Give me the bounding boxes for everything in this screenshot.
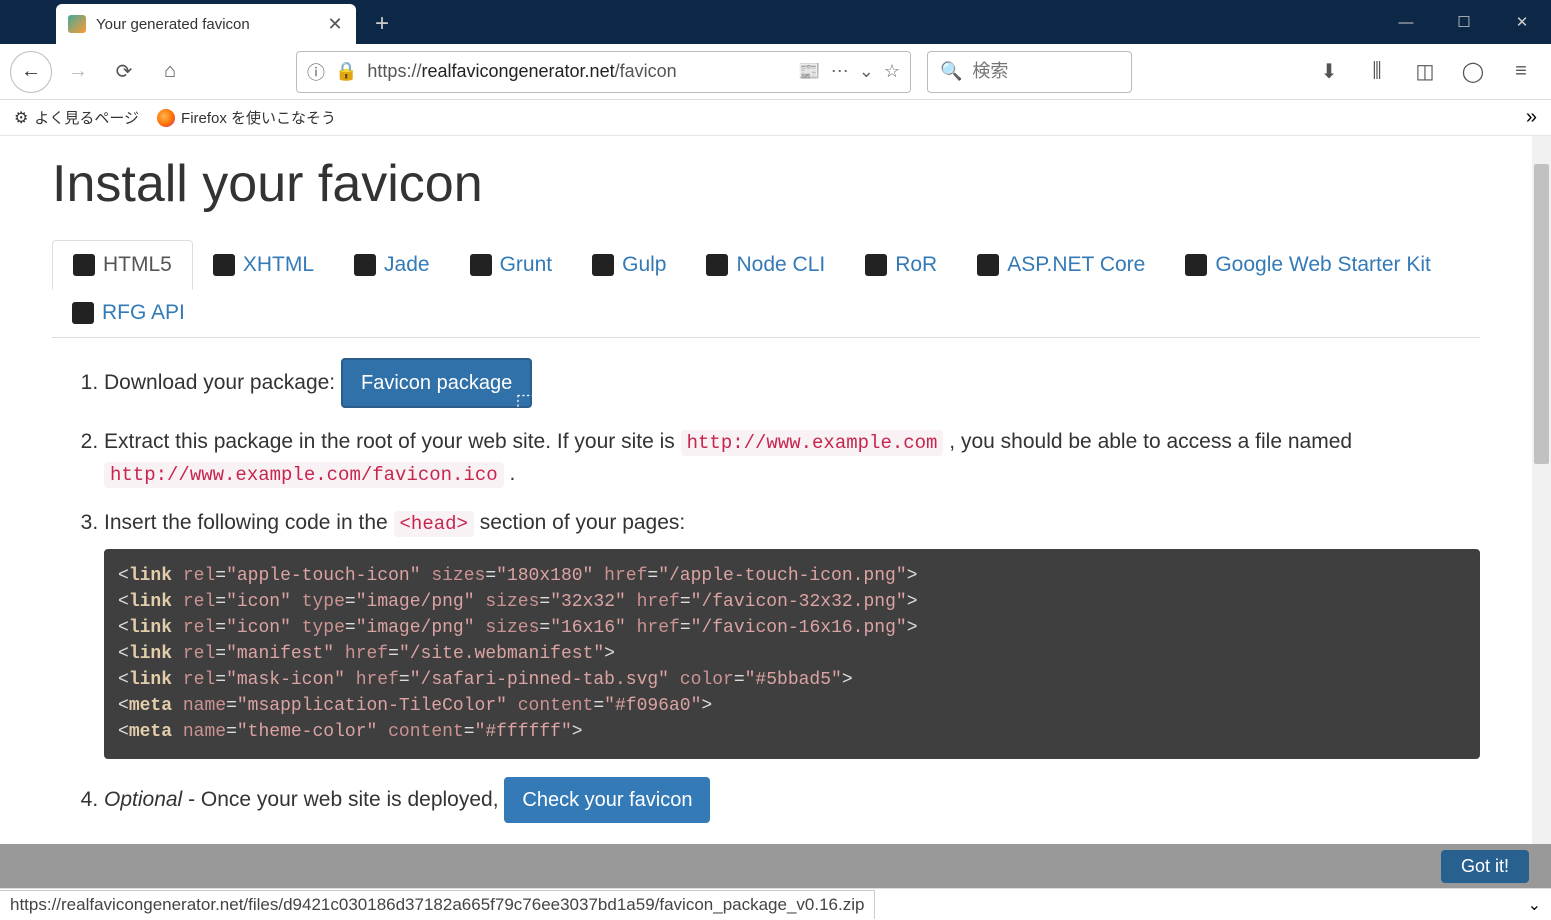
tab-html5[interactable]: HTML5 [52,240,193,290]
tab-ror[interactable]: RoR [845,240,957,289]
home-button[interactable]: ⌂ [150,52,190,92]
status-dropdown-icon[interactable]: ⌄ [1518,895,1551,915]
close-window-button[interactable]: ✕ [1493,0,1551,44]
step-4: Optional - Once your web site is deploye… [104,777,1480,823]
page-actions-icon[interactable]: ⋯ [831,61,849,82]
gear-icon: ⚙ [14,108,28,128]
favicon-url-code: http://www.example.com/favicon.ico [104,462,504,488]
status-bar: https://realfavicongenerator.net/files/d… [0,888,1551,920]
tab-node-cli[interactable]: Node CLI [686,240,845,289]
status-url: https://realfavicongenerator.net/files/d… [0,890,875,919]
bookmark-frequent[interactable]: ⚙ よく見るページ [14,107,139,128]
asp-net-core-icon [977,254,999,276]
vertical-scrollbar[interactable] [1532,136,1551,845]
tab-title: Your generated favicon [96,16,326,33]
notice-banner: Got it! [0,844,1551,888]
tab-google-web-starter-kit[interactable]: Google Web Starter Kit [1165,240,1451,289]
lock-icon: 🔒 [335,61,357,82]
window-titlebar: Your generated favicon ✕ + — ☐ ✕ [0,0,1551,44]
bookmark-firefox-tips[interactable]: Firefox を使いこなそう [157,107,336,128]
check-favicon-button[interactable]: Check your favicon [504,777,710,823]
page-content: Install your favicon HTML5XHTMLJadeGrunt… [0,154,1532,823]
maximize-button[interactable]: ☐ [1435,0,1493,44]
tab-favicon-icon [68,15,86,33]
platform-tabs: HTML5XHTMLJadeGruntGulpNode CLIRoRASP.NE… [52,240,1480,338]
html5-icon [73,254,95,276]
account-icon[interactable]: ◯ [1453,52,1493,92]
minimize-button[interactable]: — [1377,0,1435,44]
reload-button[interactable]: ⟳ [104,52,144,92]
bookmarks-overflow-icon[interactable]: » [1526,106,1537,129]
back-button[interactable]: ← [10,51,52,93]
head-tag-code: <head> [394,511,474,537]
got-it-button[interactable]: Got it! [1441,850,1529,883]
node-cli-icon [706,254,728,276]
page-viewport: Install your favicon HTML5XHTMLJadeGrunt… [0,136,1532,845]
example-url-code: http://www.example.com [681,430,944,456]
cursor-icon: ⬚ [515,385,536,418]
gulp-icon [592,254,614,276]
step-1: Download your package: Favicon package ⬚ [104,358,1480,408]
step-3: Insert the following code in the <head> … [104,507,1480,759]
bookmarks-bar: ⚙ よく見るページ Firefox を使いこなそう » [0,100,1551,136]
sidebar-icon[interactable]: ◫ [1405,52,1445,92]
bookmark-star-icon[interactable]: ☆ [884,61,900,82]
downloads-icon[interactable]: ⬇ [1309,52,1349,92]
install-steps: Download your package: Favicon package ⬚… [104,358,1480,823]
tab-asp-net-core[interactable]: ASP.NET Core [957,240,1165,289]
browser-tab[interactable]: Your generated favicon ✕ [56,4,356,44]
tab-close-icon[interactable]: ✕ [326,15,344,33]
firefox-icon [157,109,175,127]
info-icon[interactable]: ⓘ [307,59,325,85]
new-tab-button[interactable]: + [366,8,398,40]
page-heading: Install your favicon [52,154,1480,214]
google-web-starter-kit-icon [1185,254,1207,276]
xhtml-icon [213,254,235,276]
url-text: https://realfavicongenerator.net/favicon [367,61,788,82]
rfg-api-icon [72,302,94,324]
pocket-icon[interactable]: ⌄ [859,61,874,82]
search-input[interactable] [972,61,1119,82]
search-icon: 🔍 [940,61,962,82]
grunt-icon [470,254,492,276]
menu-icon[interactable]: ≡ [1501,52,1541,92]
tab-rfg-api[interactable]: RFG API [52,289,205,337]
library-icon[interactable]: ⫼ [1357,52,1397,92]
window-controls: — ☐ ✕ [1377,0,1551,44]
tab-jade[interactable]: Jade [334,240,450,289]
reader-mode-icon[interactable]: 📰 [798,61,820,82]
tab-xhtml[interactable]: XHTML [193,240,334,289]
jade-icon [354,254,376,276]
scrollbar-thumb[interactable] [1534,164,1549,464]
tab-gulp[interactable]: Gulp [572,240,686,289]
favicon-package-button[interactable]: Favicon package ⬚ [341,358,532,408]
code-block[interactable]: <link rel="apple-touch-icon" sizes="180x… [104,549,1480,760]
ror-icon [865,254,887,276]
url-bar[interactable]: ⓘ 🔒 https://realfavicongenerator.net/fav… [296,51,911,93]
tab-grunt[interactable]: Grunt [450,240,573,289]
step-2: Extract this package in the root of your… [104,426,1480,489]
navigation-toolbar: ← → ⟳ ⌂ ⓘ 🔒 https://realfavicongenerator… [0,44,1551,100]
forward-button[interactable]: → [58,52,98,92]
search-bar[interactable]: 🔍 [927,51,1132,93]
